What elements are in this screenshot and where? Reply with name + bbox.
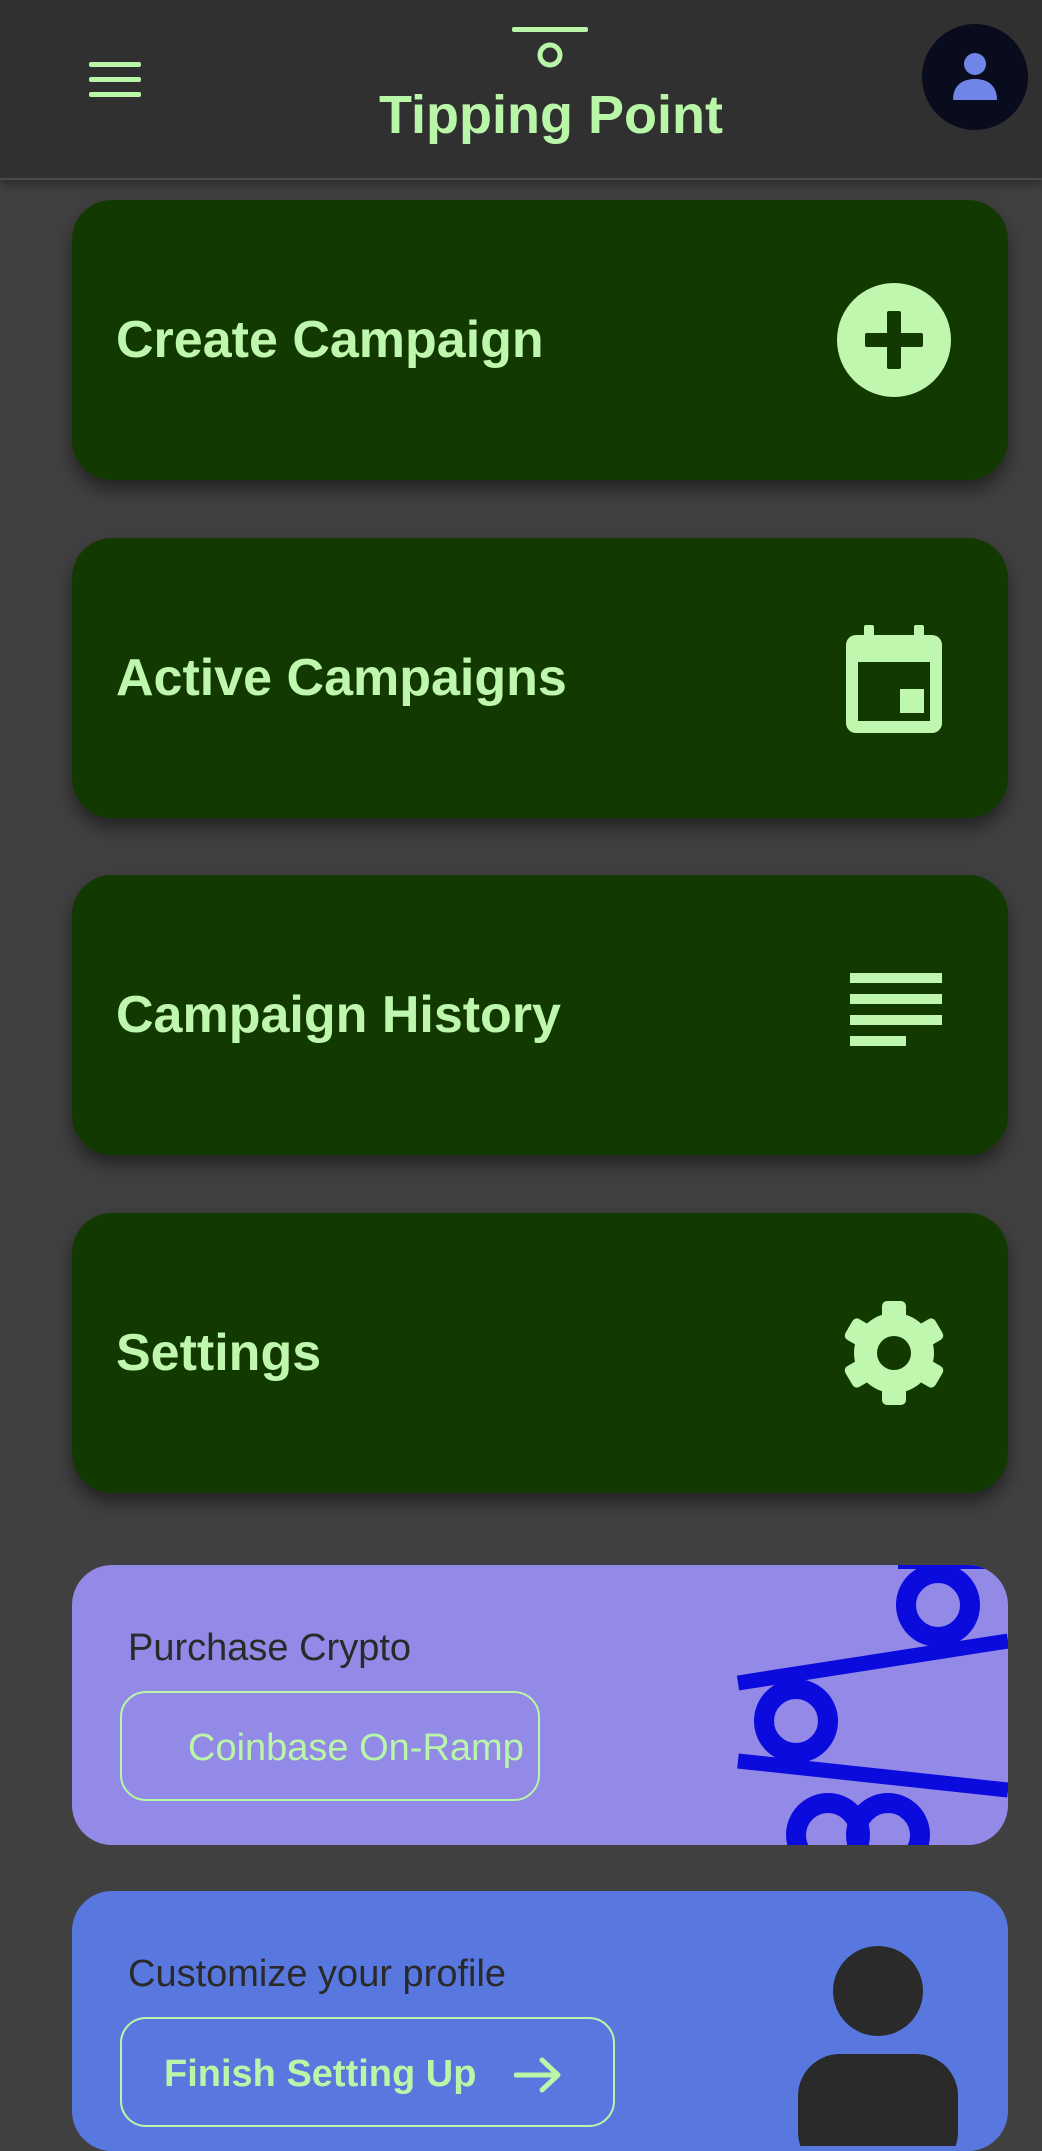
coinbase-on-ramp-label: Coinbase On-Ramp [188, 1727, 524, 1769]
settings-button[interactable]: Settings [72, 1213, 1008, 1493]
campaign-history-button[interactable]: Campaign History [72, 875, 1008, 1155]
settings-label: Settings [116, 1324, 322, 1382]
app-bar: Tipping Point [0, 0, 1042, 180]
add-circle-icon [834, 280, 954, 400]
active-campaigns-button[interactable]: Active Campaigns [72, 538, 1008, 818]
coinbase-on-ramp-button[interactable]: Coinbase On-Ramp [120, 1691, 540, 1801]
person-icon [953, 53, 997, 100]
profile-avatar-button[interactable] [922, 24, 1028, 130]
purchase-crypto-card: Purchase Crypto Coinbase On-Ramp [72, 1565, 1008, 1845]
create-campaign-label: Create Campaign [116, 311, 544, 369]
gear-icon [834, 1293, 954, 1413]
create-campaign-button[interactable]: Create Campaign [72, 200, 1008, 480]
profile-silhouette-illustration [798, 1946, 958, 2146]
active-campaigns-label: Active Campaigns [116, 649, 567, 707]
finish-setting-up-label: Finish Setting Up [164, 2053, 477, 2095]
tipping-scale-illustration [736, 1565, 1008, 1845]
customize-profile-card: Customize your profile Finish Setting Up [72, 1891, 1008, 2151]
tipping-point-logo-icon [508, 22, 592, 72]
purchase-crypto-title: Purchase Crypto [128, 1627, 412, 1669]
campaign-history-label: Campaign History [116, 986, 561, 1044]
calendar-icon [834, 618, 954, 738]
list-lines-icon [834, 955, 954, 1075]
customize-profile-title: Customize your profile [128, 1953, 507, 1995]
finish-setting-up-button[interactable]: Finish Setting Up [120, 2017, 615, 2127]
app-title: Tipping Point [379, 85, 723, 145]
arrow-right-icon [514, 2057, 561, 2093]
